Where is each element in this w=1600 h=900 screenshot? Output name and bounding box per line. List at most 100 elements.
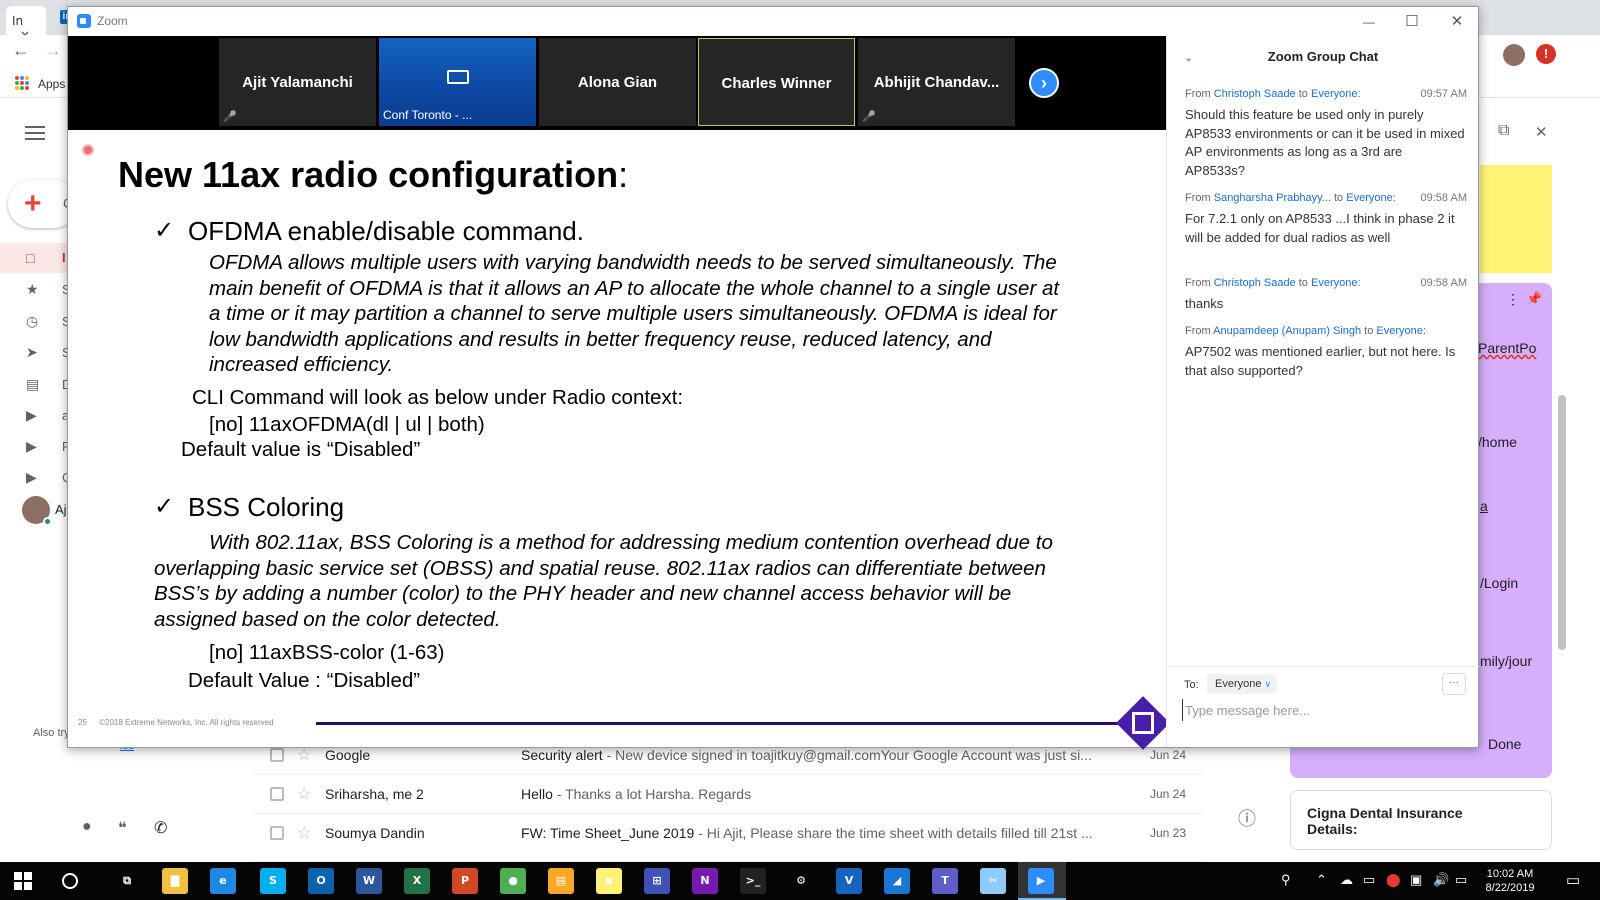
network-icon[interactable]: ▣ [1410, 872, 1422, 888]
done-button[interactable]: Done [1488, 736, 1521, 752]
minimize-button[interactable]: — [1349, 11, 1389, 33]
row-checkbox[interactable] [270, 787, 284, 801]
apps-bookmark[interactable]: Apps [38, 77, 65, 91]
back-arrow-icon[interactable]: ← [12, 40, 30, 61]
more-options-button[interactable]: ··· [1442, 673, 1466, 695]
message-text: AP7502 was mentioned earlier, but not he… [1185, 344, 1456, 378]
sender-name[interactable]: Sangharsha Prabhayy... [1214, 192, 1331, 204]
checkmark-icon: ✓ [154, 217, 175, 244]
security-icon[interactable]: ⬤ [1386, 872, 1401, 888]
sender-name[interactable]: Christoph Saade [1214, 88, 1296, 100]
settings-taskbar-icon[interactable]: ⚙ [788, 868, 814, 894]
label-icon[interactable]: ▶ [26, 407, 44, 425]
keep-note-yellow[interactable] [1480, 165, 1552, 273]
sender-name[interactable]: Christoph Saade [1214, 277, 1296, 289]
battery-icon[interactable]: ▭ [1363, 872, 1375, 888]
starred-icon[interactable]: ★ [26, 281, 44, 299]
row-checkbox[interactable] [270, 826, 284, 840]
participant-tile[interactable]: Alona Gian [539, 38, 696, 126]
file-manager-taskbar-icon[interactable]: ▤ [548, 868, 574, 894]
mail-snippet: - Thanks a lot Harsha. Regards [552, 786, 752, 802]
maximize-button[interactable]: ☐ [1392, 11, 1432, 33]
powerpoint-taskbar-icon[interactable]: P [452, 868, 478, 894]
internet-explorer-taskbar-icon[interactable]: e [210, 868, 236, 894]
profile-avatar[interactable] [1503, 44, 1525, 66]
hamburger-menu-icon[interactable] [25, 126, 45, 144]
table-row[interactable]: ☆ Soumya Dandin FW: Time Sheet_June 2019… [252, 814, 1204, 862]
muted-mic-icon: 🎤 [223, 111, 237, 123]
info-icon[interactable]: ⓘ [1238, 805, 1256, 831]
phone-icon[interactable]: ✆ [154, 818, 167, 838]
mail-snippet: - New device signed in toajitkuy@gmail.c… [602, 747, 1092, 763]
close-icon[interactable]: ✕ [1535, 123, 1548, 141]
apps-grid-icon[interactable] [15, 76, 29, 90]
excel-taskbar-icon[interactable]: X [404, 868, 430, 894]
star-icon[interactable]: ☆ [297, 823, 311, 843]
recipient-name[interactable]: Everyone: [1311, 88, 1361, 100]
tab-inbox[interactable]: In × [6, 6, 46, 42]
fin-app-taskbar-icon[interactable]: ◢ [884, 868, 910, 894]
table-row[interactable]: ☆ Sriharsha, me 2 Hello - Thanks a lot H… [252, 775, 1204, 814]
star-icon[interactable]: ☆ [297, 784, 311, 804]
popout-icon[interactable]: ⧉ [1498, 122, 1509, 140]
chrome-taskbar-icon[interactable]: ● [500, 868, 526, 894]
sent-icon[interactable]: ➤ [26, 344, 44, 362]
note-text: mily/jour [1480, 653, 1533, 669]
more-options-icon[interactable]: ⋮ [1506, 291, 1520, 308]
volume-icon[interactable]: 🔊 [1433, 872, 1449, 888]
word-taskbar-icon[interactable]: W [356, 868, 382, 894]
mail-date: Jun 24 [1150, 748, 1187, 762]
next-page-arrow-icon[interactable]: › [1029, 68, 1059, 98]
sticky-notes-taskbar-icon[interactable]: ▪ [596, 868, 622, 894]
close-button[interactable]: ✕ [1437, 11, 1477, 33]
onenote-taskbar-icon[interactable]: N [692, 868, 718, 894]
slide-title-colon: : [618, 154, 629, 195]
row-checkbox[interactable] [270, 748, 284, 762]
chat-message-input[interactable] [1182, 699, 1467, 721]
task-view-taskbar-icon[interactable]: ⧉ [114, 868, 140, 894]
star-icon[interactable]: ☆ [297, 745, 311, 765]
mail-sender: Sriharsha, me 2 [325, 786, 424, 802]
person-icon[interactable]: ● [82, 818, 92, 836]
recipient-name[interactable]: Everyone: [1346, 192, 1396, 204]
cortana-search-icon[interactable] [62, 873, 78, 889]
notifications-icon[interactable]: ▭ [1566, 871, 1580, 889]
recipient-dropdown[interactable]: Everyone ∨ [1207, 674, 1277, 694]
hangouts-icon[interactable]: ❝ [118, 818, 127, 838]
pin-icon[interactable]: 📌 [1526, 291, 1542, 307]
participant-tile[interactable]: Ajit Yalamanchi 🎤 [219, 38, 376, 126]
recipient-name[interactable]: Everyone: [1376, 325, 1426, 337]
snip-tool-taskbar-icon[interactable]: ✂ [980, 868, 1006, 894]
forward-arrow-icon[interactable]: → [44, 40, 62, 61]
sender-name[interactable]: Anupamdeep (Anupam) Singh [1213, 325, 1361, 337]
system-clock[interactable]: 10:02 AM 8/22/2019 [1484, 867, 1536, 895]
drafts-icon[interactable]: ▤ [26, 376, 44, 394]
terminal-taskbar-icon[interactable]: >_ [740, 868, 766, 894]
mail-subject-title: FW: Time Sheet_June 2019 [521, 825, 695, 841]
paragraph-line: OFDMA allows multiple users with varying… [209, 251, 1057, 274]
snoozed-icon[interactable]: ◷ [26, 313, 44, 331]
scrollbar[interactable] [1558, 395, 1566, 650]
label-icon[interactable]: ▶ [26, 438, 44, 456]
cloud-icon[interactable]: ☁ [1340, 872, 1353, 888]
file-explorer-taskbar-icon[interactable]: ▇ [162, 868, 188, 894]
participant-tile[interactable]: Conf Toronto - ... [379, 38, 536, 126]
keyboard-icon[interactable]: ▭ [1455, 872, 1467, 888]
people-icon[interactable]: ⚲ [1281, 872, 1291, 888]
teams-taskbar-icon[interactable]: T [932, 868, 958, 894]
participant-tile-active-speaker[interactable]: Charles Winner [698, 38, 855, 126]
hangouts-user-name[interactable]: Aj [55, 502, 67, 517]
outlook-taskbar-icon[interactable]: O [308, 868, 334, 894]
keep-note-cigna[interactable]: Cigna Dental Insurance Details: [1290, 790, 1552, 850]
skype-taskbar-icon[interactable]: S [260, 868, 286, 894]
windows-start-icon[interactable] [14, 872, 32, 890]
label-icon[interactable]: ▶ [26, 469, 44, 487]
vscode-app-taskbar-icon[interactable]: V [836, 868, 862, 894]
chevron-up-icon[interactable]: ⌃ [1316, 872, 1327, 888]
alert-icon[interactable]: ! [1536, 44, 1556, 64]
participant-tile[interactable]: Abhijit Chandav... 🎤 [858, 38, 1015, 126]
network-app-taskbar-icon[interactable]: ⊞ [644, 868, 670, 894]
message-time: 09:58 AM [1420, 192, 1467, 204]
zoom-taskbar-icon[interactable]: ▶ [1028, 868, 1054, 894]
recipient-name[interactable]: Everyone: [1311, 277, 1361, 289]
